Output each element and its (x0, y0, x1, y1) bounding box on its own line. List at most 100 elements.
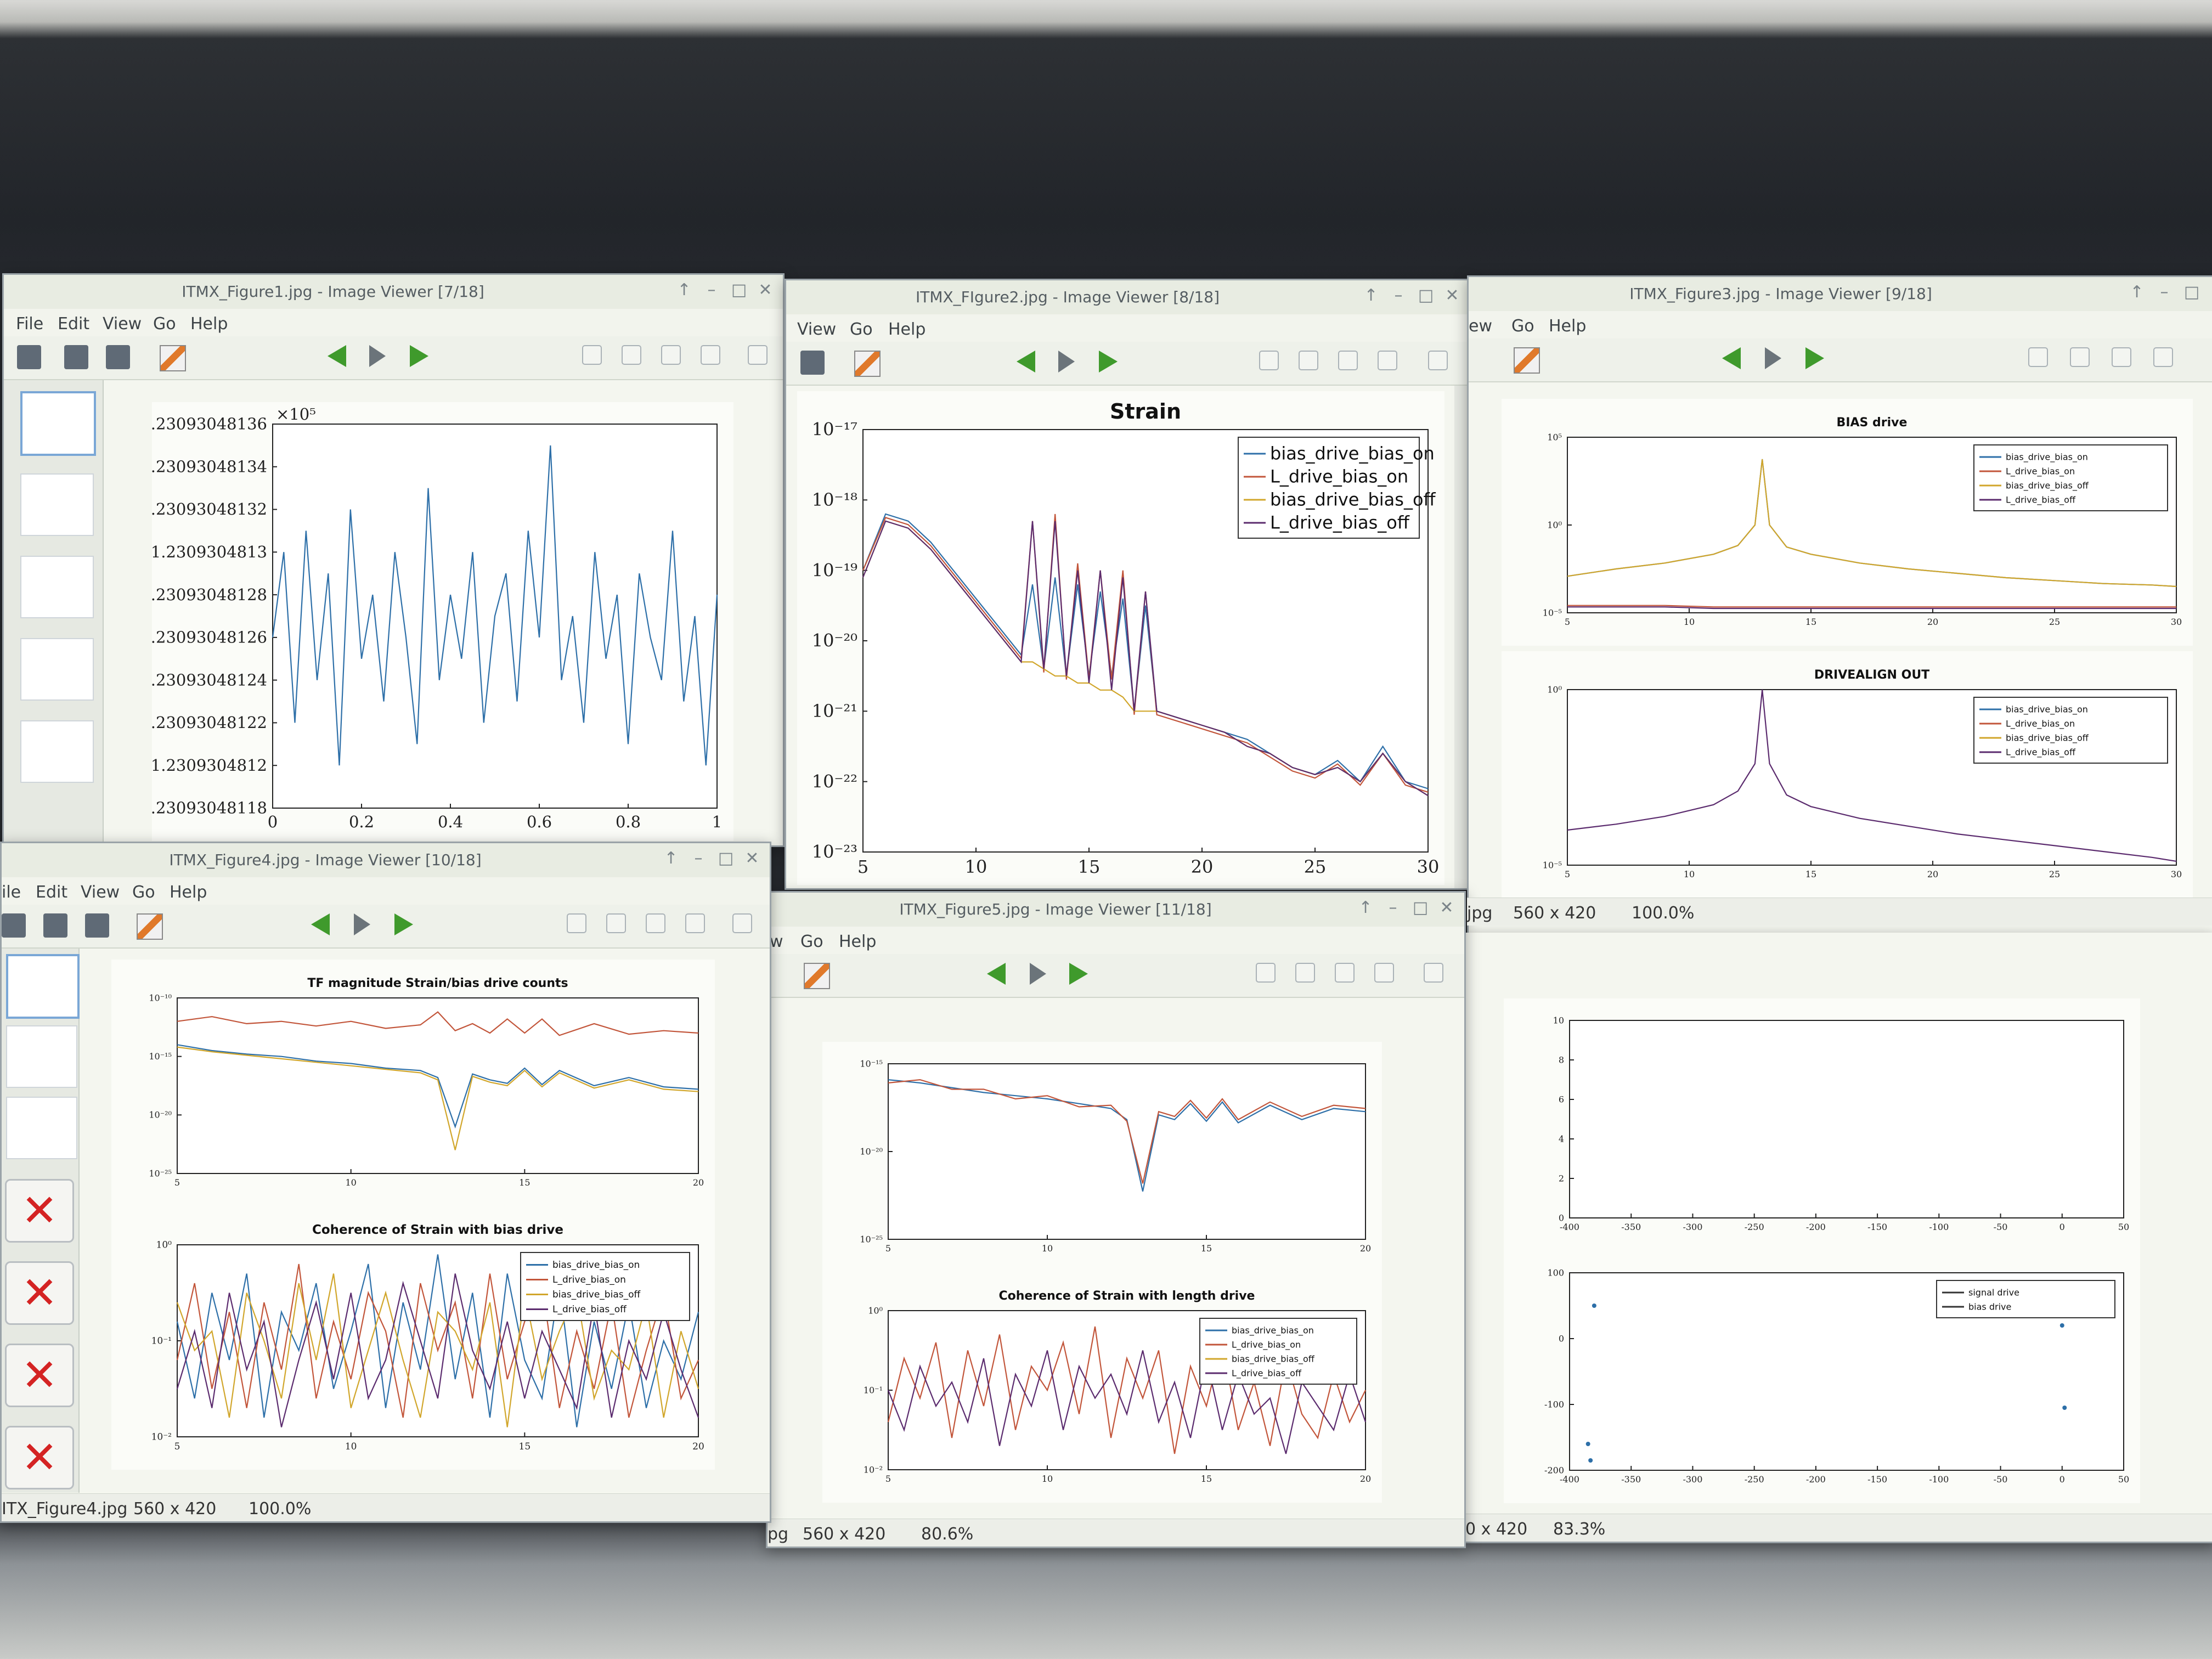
zoom-fit-icon[interactable] (1338, 351, 1358, 370)
menu-view[interactable]: View (797, 320, 836, 339)
play-icon[interactable] (1030, 963, 1046, 985)
close-icon[interactable]: ✕ (754, 280, 776, 300)
edit-icon[interactable] (1514, 347, 1540, 374)
zoom-out-icon[interactable] (1295, 963, 1315, 983)
menu-help[interactable]: Help (839, 932, 876, 951)
maximize-icon[interactable]: □ (1415, 286, 1437, 305)
maximize-icon[interactable]: □ (728, 280, 750, 300)
minimize-icon[interactable]: – (1387, 286, 1409, 305)
delete-icon[interactable]: ✕ (5, 1344, 74, 1407)
thumbnail[interactable] (20, 720, 94, 783)
print-icon[interactable] (85, 913, 109, 938)
menu-go[interactable]: Go (153, 314, 176, 334)
minimize-icon[interactable]: – (2153, 283, 2175, 302)
window-figure5[interactable]: ITMX_Figure5.jpg - Image Viewer [11/18] … (766, 891, 1466, 1548)
image-area[interactable]: 5 10 15 20 10⁻¹⁵ 10⁻²⁰ 10⁻²⁵ Coherence of Stra… (768, 998, 1464, 1518)
image-area[interactable]: ✕ ✕ ✕ ✕ TF magnitude Strain/bias drive c… (2, 949, 770, 1493)
menu-go[interactable]: Go (132, 883, 155, 902)
window-figure6[interactable]: -400 -350 -300 -250 -200 -150 -100 -50 0 50 10 8 6 4 2… (1464, 933, 2212, 1543)
zoom-fit-icon[interactable] (2112, 347, 2131, 367)
menu-help[interactable]: Help (1549, 317, 1586, 336)
save-icon[interactable] (43, 913, 67, 938)
folder-open-icon[interactable] (17, 345, 41, 369)
titlebar[interactable]: ITMX_Figure1.jpg - Image Viewer [7/18] ↑… (4, 275, 783, 309)
zoom-100-icon[interactable] (2153, 347, 2173, 367)
zoom-in-icon[interactable] (2028, 347, 2048, 367)
arrow-left-icon[interactable] (311, 913, 330, 935)
edit-icon[interactable] (137, 913, 163, 940)
image-area[interactable]: -400 -350 -300 -250 -200 -150 -100 -50 0 50 10 8 6 4 2… (1465, 933, 2212, 1542)
window-figure3[interactable]: ITMX_Figure3.jpg - Image Viewer [9/18] ↑… (1467, 275, 2212, 937)
zoom-100-icon[interactable] (1378, 351, 1397, 370)
thumbnail[interactable] (6, 1025, 77, 1088)
arrow-left-icon[interactable] (1722, 347, 1741, 369)
thumbnail[interactable] (6, 954, 80, 1019)
zoom-out-icon[interactable] (2070, 347, 2090, 367)
maximize-icon[interactable]: □ (1409, 898, 1431, 917)
menu-go[interactable]: Go (1511, 317, 1534, 336)
minimize-icon[interactable]: – (701, 280, 723, 300)
close-icon[interactable]: ✕ (741, 849, 763, 868)
fullscreen-icon[interactable] (1428, 351, 1448, 370)
arrow-left-icon[interactable] (1017, 351, 1035, 373)
edit-icon[interactable] (160, 345, 186, 371)
titlebar[interactable]: ITMX_Figure4.jpg - Image Viewer [10/18] … (2, 843, 770, 878)
zoom-100-icon[interactable] (701, 345, 720, 365)
delete-icon[interactable]: ✕ (5, 1426, 74, 1489)
maximize-icon[interactable]: □ (715, 849, 737, 868)
edit-icon[interactable] (854, 351, 881, 377)
fullscreen-icon[interactable] (748, 345, 768, 365)
thumbnail[interactable] (20, 391, 96, 456)
arrow-left-icon[interactable] (328, 345, 346, 367)
zoom-100-icon[interactable] (685, 913, 705, 933)
zoom-fit-icon[interactable] (1335, 963, 1355, 983)
menu-view[interactable]: View (81, 883, 120, 902)
maximize-icon[interactable]: □ (2181, 283, 2203, 302)
arrow-up-icon[interactable]: ↑ (660, 849, 682, 868)
delete-icon[interactable]: ✕ (5, 1261, 74, 1325)
zoom-out-icon[interactable] (606, 913, 626, 933)
image-area[interactable]: Strain 5 10 15 20 25 30 10⁻¹⁷ 10⁻¹⁸ 10⁻¹⁹ 10⁻²⁰ 10⁻… (786, 386, 1470, 888)
menu-help[interactable]: Help (190, 314, 228, 334)
arrow-up-icon[interactable]: ↑ (1355, 898, 1376, 917)
menu-file[interactable]: ile (2, 883, 21, 902)
play-icon[interactable] (354, 913, 370, 935)
thumbnail[interactable] (20, 556, 94, 618)
image-area[interactable]: 0 0.2 0.4 0.6 0.8 1 1.23093048136 1.23093048134… (4, 380, 783, 845)
zoom-100-icon[interactable] (1374, 963, 1394, 983)
menu-go[interactable]: Go (800, 932, 823, 951)
menu-help[interactable]: Help (170, 883, 207, 902)
fullscreen-icon[interactable] (732, 913, 752, 933)
zoom-in-icon[interactable] (582, 345, 602, 365)
fullscreen-icon[interactable] (1424, 963, 1443, 983)
arrow-left-icon[interactable] (987, 963, 1006, 985)
close-icon[interactable]: ✕ (1436, 898, 1458, 917)
folder-open-icon[interactable] (2, 913, 26, 938)
arrow-right-icon[interactable] (1069, 963, 1088, 985)
arrow-right-icon[interactable] (410, 345, 428, 367)
zoom-in-icon[interactable] (567, 913, 586, 933)
menu-help[interactable]: Help (888, 320, 926, 339)
menu-edit[interactable]: Edit (36, 883, 67, 902)
menu-file[interactable]: File (16, 314, 43, 334)
play-icon[interactable] (1058, 351, 1075, 373)
play-icon[interactable] (1765, 347, 1781, 369)
window-figure4[interactable]: ITMX_Figure4.jpg - Image Viewer [10/18] … (0, 842, 771, 1523)
save-icon[interactable] (64, 345, 88, 369)
print-icon[interactable] (106, 345, 130, 369)
titlebar[interactable]: ITMX_FIgure2.jpg - Image Viewer [8/18] ↑… (786, 280, 1470, 315)
thumbnail[interactable] (20, 473, 94, 536)
window-figure1[interactable]: ITMX_Figure1.jpg - Image Viewer [7/18] ↑… (2, 273, 785, 847)
zoom-out-icon[interactable] (1299, 351, 1318, 370)
zoom-in-icon[interactable] (1259, 351, 1279, 370)
zoom-out-icon[interactable] (622, 345, 641, 365)
thumbnail[interactable] (20, 638, 94, 701)
close-icon[interactable]: ✕ (1441, 286, 1463, 305)
titlebar[interactable]: ITMX_Figure5.jpg - Image Viewer [11/18] … (768, 893, 1464, 927)
arrow-right-icon[interactable] (1099, 351, 1118, 373)
zoom-fit-icon[interactable] (661, 345, 681, 365)
menu-view[interactable]: w (770, 932, 783, 951)
arrow-right-icon[interactable] (394, 913, 413, 935)
arrow-up-icon[interactable]: ↑ (1360, 286, 1382, 305)
image-area[interactable]: BIAS drive 5 10 15 20 25 30 10⁵ 10⁰ 10⁻⁵ bias_driv… (1469, 382, 2212, 935)
